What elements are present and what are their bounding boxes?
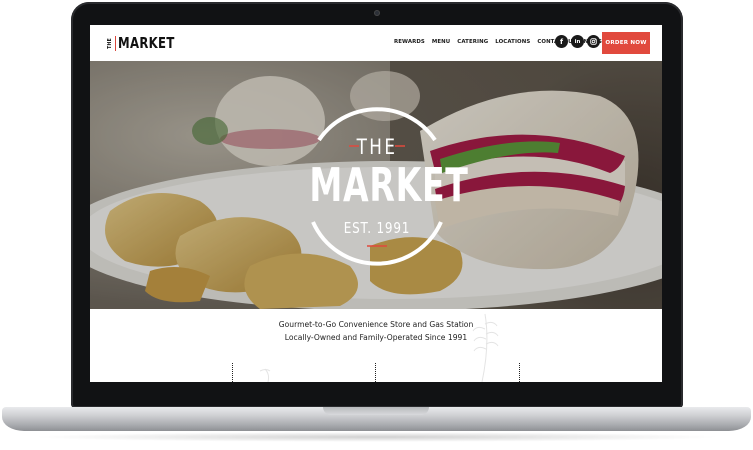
website-screen: THE MARKET REWARDS MENU CATERING LOCATIO… [90, 25, 662, 382]
facebook-icon[interactable]: f [555, 35, 568, 48]
logo-market: MARKET [118, 34, 175, 52]
laptop-shadow [30, 432, 723, 442]
facebook-glyph: f [559, 37, 564, 46]
badge-the: THE [356, 135, 398, 159]
logo-divider [115, 35, 116, 51]
logo-the: THE [107, 37, 113, 49]
linkedin-glyph: in [574, 38, 581, 45]
laptop-notch [323, 407, 429, 415]
tagline-line-2: Locally-Owned and Family-Operated Since … [284, 333, 468, 342]
nav-rewards[interactable]: REWARDS [394, 39, 425, 45]
order-now-button[interactable]: ORDER NOW [602, 32, 650, 54]
nav-locations[interactable]: LOCATIONS [495, 39, 530, 45]
webcam [374, 10, 380, 16]
nav-catering[interactable]: CATERING [457, 39, 488, 45]
nav-menu[interactable]: MENU [432, 39, 450, 45]
site-header: THE MARKET REWARDS MENU CATERING LOCATIO… [90, 25, 662, 61]
site-logo[interactable]: THE MARKET [107, 34, 191, 52]
column-divider-left [232, 363, 234, 382]
instagram-icon[interactable] [587, 35, 600, 48]
hero-badge: THE MARKET EST. 1991 [295, 102, 469, 266]
badge-market: MARKET [309, 158, 469, 212]
column-divider-center [375, 363, 377, 382]
tagline-section: Gourmet-to-Go Convenience Store and Gas … [90, 309, 662, 382]
tagline-line-1: Gourmet-to-Go Convenience Store and Gas … [278, 320, 474, 329]
instagram-glyph [590, 38, 597, 45]
hero-banner: THE MARKET EST. 1991 [90, 61, 662, 309]
column-divider-right [519, 363, 521, 382]
badge-est: EST. 1991 [343, 219, 411, 237]
linkedin-icon[interactable]: in [571, 35, 584, 48]
social-links: f in [555, 35, 600, 48]
